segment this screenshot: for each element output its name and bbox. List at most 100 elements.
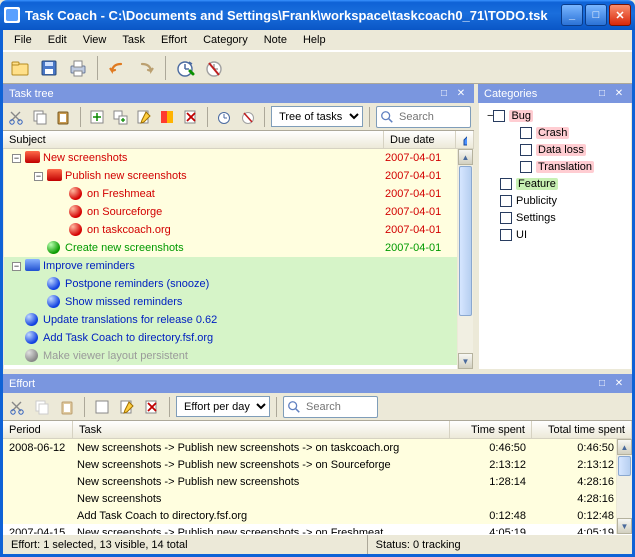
task-scrollbar[interactable]: ▲ ▼ bbox=[457, 149, 473, 369]
category-row[interactable]: UI bbox=[481, 226, 629, 243]
effort-view-select[interactable]: Effort per day bbox=[176, 396, 270, 417]
col-home-icon[interactable] bbox=[456, 131, 474, 148]
task-column-header[interactable]: Subject Due date bbox=[3, 131, 474, 149]
effort-column-header[interactable]: Period Task Time spent Total time spent bbox=[3, 421, 632, 439]
minimize-button[interactable]: _ bbox=[561, 4, 583, 26]
effort-search-input[interactable] bbox=[304, 400, 374, 414]
category-row[interactable]: Settings bbox=[481, 209, 629, 226]
menu-category[interactable]: Category bbox=[196, 32, 255, 48]
pane-close-icon[interactable]: ✕ bbox=[612, 378, 626, 390]
category-checkbox[interactable] bbox=[500, 178, 512, 190]
close-button[interactable]: ✕ bbox=[609, 4, 631, 26]
task-row[interactable]: −Improve reminders bbox=[4, 257, 473, 275]
task-row[interactable]: −New screenshots2007-04-01 bbox=[4, 149, 473, 167]
scroll-up-icon[interactable]: ▲ bbox=[458, 149, 473, 165]
category-checkbox[interactable] bbox=[500, 212, 512, 224]
category-checkbox[interactable] bbox=[520, 161, 532, 173]
col-total[interactable]: Total time spent bbox=[532, 421, 632, 438]
task-row[interactable]: Update translations for release 0.62 bbox=[4, 311, 473, 329]
col-task[interactable]: Task bbox=[73, 421, 450, 438]
tasktree-header[interactable]: Task tree □ ✕ bbox=[3, 84, 474, 103]
effort-header[interactable]: Effort □ ✕ bbox=[3, 374, 632, 393]
pane-max-icon[interactable]: □ bbox=[437, 88, 451, 100]
cut-icon[interactable] bbox=[6, 396, 28, 418]
timer-start-button[interactable] bbox=[172, 55, 198, 81]
save-button[interactable] bbox=[36, 55, 62, 81]
redo-button[interactable] bbox=[133, 55, 159, 81]
col-duedate[interactable]: Due date bbox=[384, 131, 456, 148]
task-row[interactable]: on taskcoach.org2007-04-01 bbox=[4, 221, 473, 239]
expander-icon[interactable]: − bbox=[12, 154, 21, 163]
scroll-thumb[interactable] bbox=[459, 166, 472, 316]
color-icon[interactable] bbox=[157, 106, 178, 128]
menu-task[interactable]: Task bbox=[115, 32, 152, 48]
undo-button[interactable] bbox=[104, 55, 130, 81]
category-row[interactable]: Publicity bbox=[481, 192, 629, 209]
effort-row[interactable]: 2007-04-15New screenshots -> Publish new… bbox=[3, 524, 632, 534]
timer-stop-button[interactable] bbox=[201, 55, 227, 81]
expander-icon[interactable]: − bbox=[12, 262, 21, 271]
scroll-up-icon[interactable]: ▲ bbox=[617, 439, 632, 455]
menu-file[interactable]: File bbox=[7, 32, 39, 48]
effort-table[interactable]: 2008-06-12New screenshots -> Publish new… bbox=[3, 439, 632, 534]
effort-row[interactable]: New screenshots4:28:16 bbox=[3, 490, 632, 507]
menu-edit[interactable]: Edit bbox=[41, 32, 74, 48]
col-subject[interactable]: Subject bbox=[3, 131, 384, 148]
menu-help[interactable]: Help bbox=[296, 32, 333, 48]
category-row[interactable]: −Bug bbox=[481, 107, 629, 124]
copy-icon[interactable] bbox=[30, 106, 51, 128]
pane-close-icon[interactable]: ✕ bbox=[454, 88, 468, 100]
category-row[interactable]: Crash bbox=[481, 124, 629, 141]
task-row[interactable]: Add Task Coach to directory.fsf.org bbox=[4, 329, 473, 347]
category-checkbox[interactable] bbox=[500, 229, 512, 241]
pane-close-icon[interactable]: ✕ bbox=[612, 88, 626, 100]
delete-effort-icon[interactable] bbox=[141, 396, 163, 418]
category-row[interactable]: Data loss bbox=[481, 141, 629, 158]
paste-icon[interactable] bbox=[56, 396, 78, 418]
maximize-button[interactable]: □ bbox=[585, 4, 607, 26]
category-checkbox[interactable] bbox=[500, 195, 512, 207]
category-checkbox[interactable] bbox=[520, 144, 532, 156]
task-row[interactable]: Create new screenshots2007-04-01 bbox=[4, 239, 473, 257]
effort-row[interactable]: New screenshots -> Publish new screensho… bbox=[3, 473, 632, 490]
categories-header[interactable]: Categories □ ✕ bbox=[478, 84, 632, 103]
expander-icon[interactable]: − bbox=[34, 172, 43, 181]
new-task-icon[interactable] bbox=[87, 106, 108, 128]
col-spent[interactable]: Time spent bbox=[450, 421, 532, 438]
scroll-down-icon[interactable]: ▼ bbox=[617, 518, 632, 534]
category-row[interactable]: Translation bbox=[481, 158, 629, 175]
paste-icon[interactable] bbox=[53, 106, 74, 128]
open-button[interactable] bbox=[7, 55, 33, 81]
effort-row[interactable]: Add Task Coach to directory.fsf.org0:12:… bbox=[3, 507, 632, 524]
tasktree-search[interactable] bbox=[376, 106, 471, 128]
category-row[interactable]: Feature bbox=[481, 175, 629, 192]
effort-scrollbar[interactable]: ▲ ▼ bbox=[616, 439, 632, 534]
task-row[interactable]: Show missed reminders bbox=[4, 293, 473, 311]
tasktree-view-select[interactable]: Tree of tasks bbox=[271, 106, 363, 127]
scroll-thumb[interactable] bbox=[618, 456, 631, 476]
scroll-down-icon[interactable]: ▼ bbox=[458, 353, 473, 369]
category-checkbox[interactable] bbox=[520, 127, 532, 139]
pane-max-icon[interactable]: □ bbox=[595, 88, 609, 100]
menu-view[interactable]: View bbox=[76, 32, 114, 48]
edit-task-icon[interactable] bbox=[134, 106, 155, 128]
effort-row[interactable]: 2008-06-12New screenshots -> Publish new… bbox=[3, 439, 632, 456]
task-row[interactable]: Postpone reminders (snooze) bbox=[4, 275, 473, 293]
new-subtask-icon[interactable] bbox=[110, 106, 131, 128]
category-checkbox[interactable] bbox=[493, 110, 505, 122]
task-timer-start-icon[interactable] bbox=[214, 106, 235, 128]
effort-search[interactable] bbox=[283, 396, 378, 418]
pane-max-icon[interactable]: □ bbox=[595, 378, 609, 390]
task-row[interactable]: on Sourceforge2007-04-01 bbox=[4, 203, 473, 221]
effort-row[interactable]: New screenshots -> Publish new screensho… bbox=[3, 456, 632, 473]
category-tree[interactable]: −BugCrashData lossTranslationFeaturePubl… bbox=[478, 103, 632, 370]
copy-icon[interactable] bbox=[31, 396, 53, 418]
task-row[interactable]: on Freshmeat2007-04-01 bbox=[4, 185, 473, 203]
tasktree-search-input[interactable] bbox=[397, 110, 467, 124]
print-button[interactable] bbox=[65, 55, 91, 81]
cut-icon[interactable] bbox=[6, 106, 27, 128]
task-row[interactable]: Make viewer layout persistent bbox=[4, 347, 473, 365]
task-timer-stop-icon[interactable] bbox=[238, 106, 259, 128]
menu-effort[interactable]: Effort bbox=[154, 32, 194, 48]
task-tree[interactable]: −New screenshots2007-04-01−Publish new s… bbox=[3, 149, 474, 370]
